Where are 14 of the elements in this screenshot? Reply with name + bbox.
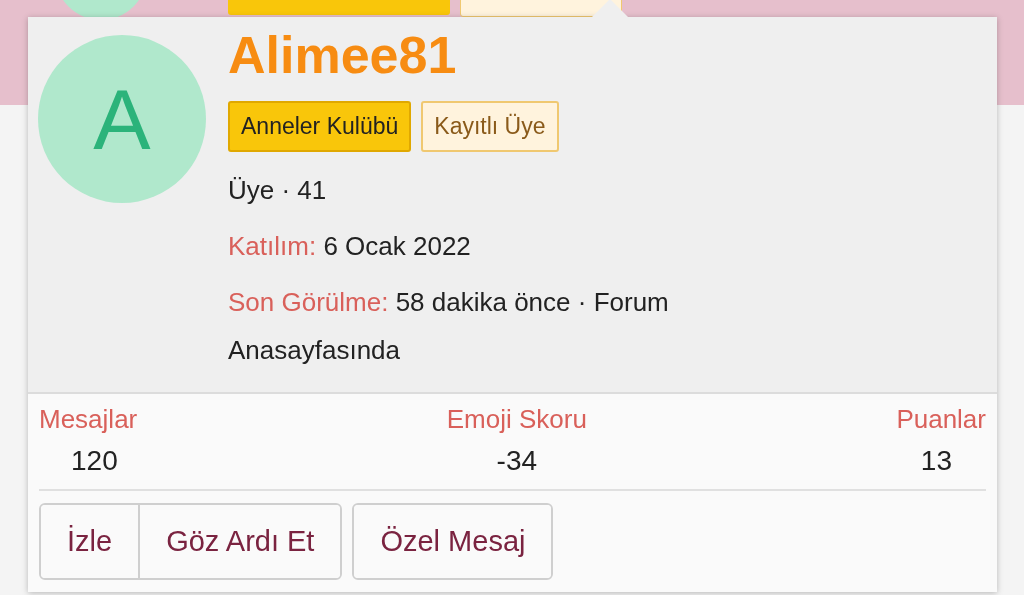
stat-value: -34 (496, 445, 538, 477)
user-title: Üye · 41 (228, 174, 328, 207)
avatar: A (38, 35, 206, 203)
profile-detail: Katılım: 6 Ocak 2022 (228, 230, 472, 263)
stat-value: 13 (920, 445, 953, 477)
user-badge: Kayıtlı Üye (421, 101, 559, 152)
profile-detail: Son Görülme: 58 dakika önce · Forum Anasayfasında (228, 286, 670, 367)
action-button[interactable]: Özel Mesaj (354, 505, 552, 578)
stat-label: Emoji Skoru (446, 404, 587, 435)
stat-label: Mesajlar (39, 404, 138, 435)
action-button[interactable]: Göz Ardı Et (138, 505, 341, 578)
stat-label: Puanlar (896, 404, 986, 435)
stat-value: 120 (70, 445, 118, 477)
user-badge: Anneler Kulübü (228, 101, 412, 152)
